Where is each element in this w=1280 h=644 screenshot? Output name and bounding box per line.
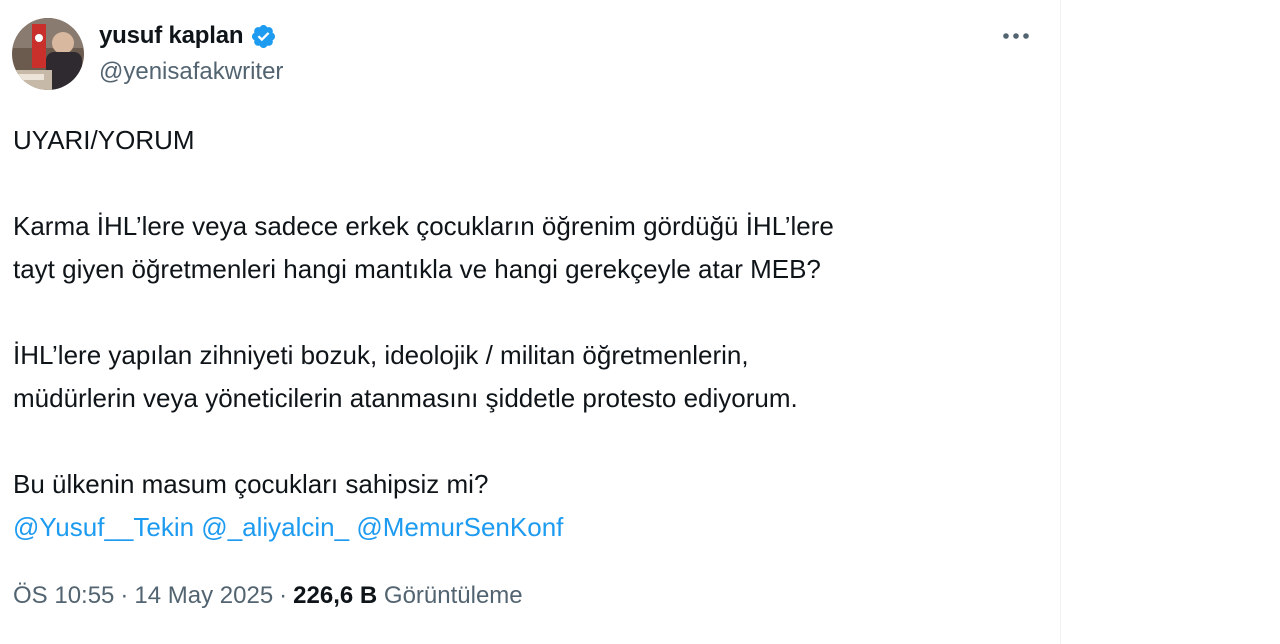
tweet-detail: yusuf kaplan @yenisafakwriter UYARI/YORU… [0,0,1061,644]
tweet-line-blank [13,291,1013,334]
more-options-icon[interactable] [996,20,1036,52]
tweet-text: UYARI/YORUM Karma İHL’lere veya sadece e… [13,119,1013,549]
tweet-meta: ÖS 10:55 · 14 May 2025 · 226,6 B Görüntüleme [13,582,523,610]
mention-link[interactable]: @_aliyalcin_ [201,512,349,542]
views-label: Görüntüleme [383,582,523,609]
tweet-line: Bu ülkenin masum çocukları sahipsiz mi? [13,469,489,499]
mention-link[interactable]: @MemurSenKonf [356,512,563,542]
views-count: 226,6 B [293,582,378,609]
tweet-line-blank [13,162,1013,205]
display-name[interactable]: yusuf kaplan [99,22,244,50]
page: yusuf kaplan @yenisafakwriter UYARI/YORU… [0,0,1280,644]
tweet-line-blank [13,420,1013,463]
verified-badge-icon[interactable] [250,23,277,50]
author-handle[interactable]: @yenisafakwriter [99,58,283,86]
mention-link[interactable]: @Yusuf__Tekin [13,512,194,542]
tweet-line: tayt giyen öğretmenleri hangi mantıkla v… [13,254,821,284]
separator: · [279,582,288,609]
right-sidebar [1062,0,1280,644]
separator: · [120,582,129,609]
tweet-time[interactable]: ÖS 10:55 [13,582,114,609]
avatar[interactable] [12,18,84,90]
tweet-date[interactable]: 14 May 2025 [134,582,273,609]
author-name-row: yusuf kaplan [99,21,277,51]
mentions: @Yusuf__Tekin @_aliyalcin_ @MemurSenKonf [13,506,1013,549]
tweet-line: İHL’lere yapılan zihniyeti bozuk, ideolo… [13,340,749,370]
tweet-line: müdürlerin veya yöneticilerin atanmasını… [13,383,798,413]
tweet-line: UYARI/YORUM [13,125,195,155]
tweet-line: Karma İHL’lere veya sadece erkek çocukla… [13,211,834,241]
